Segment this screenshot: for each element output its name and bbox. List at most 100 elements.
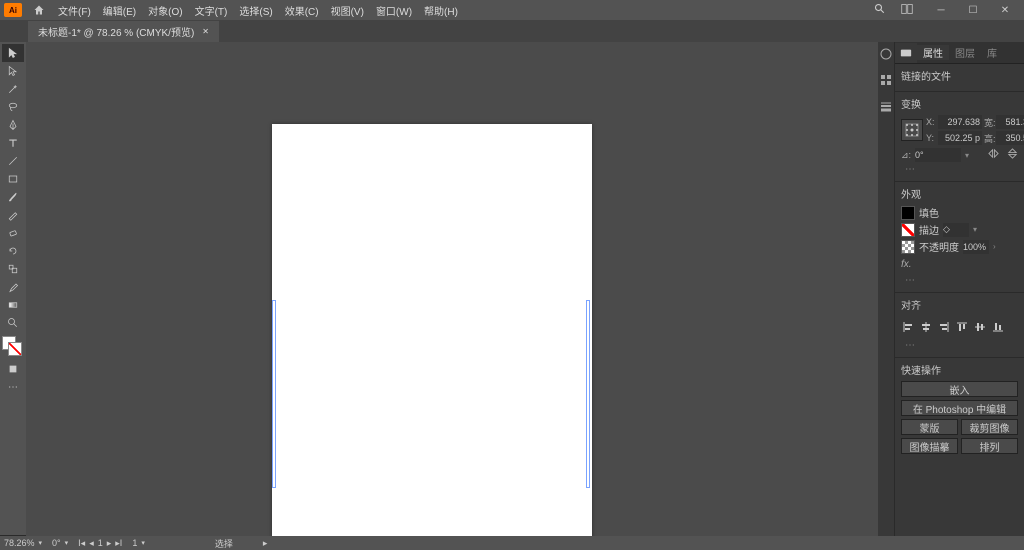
flip-vertical-icon[interactable] <box>1007 148 1018 162</box>
selection-handle-left[interactable] <box>272 300 276 488</box>
artboard-select[interactable]: 1▾ <box>132 538 145 548</box>
statusbar: 78.26%▾ 0°▾ I◂◂1▸▸I 1▾ 选择 ▸ <box>0 536 1024 550</box>
menu-object[interactable]: 对象(O) <box>142 3 188 18</box>
search-icon[interactable] <box>874 3 886 18</box>
type-tool[interactable] <box>2 134 24 152</box>
main-area: ⋯ 属性 图层 库 链接的文件 变换 X: <box>0 42 1024 536</box>
rotate-display[interactable]: 0°▾ <box>52 538 68 548</box>
close-button[interactable]: ✕ <box>990 3 1020 17</box>
panel-subtitle: 链接的文件 <box>895 64 1024 92</box>
fill-swatch[interactable] <box>901 206 915 220</box>
canvas[interactable] <box>26 42 878 536</box>
crop-image-button[interactable]: 裁剪图像 <box>961 419 1018 435</box>
tab-close-icon[interactable]: ✕ <box>202 27 209 36</box>
lasso-tool[interactable] <box>2 98 24 116</box>
stroke-panel-icon[interactable] <box>880 100 892 112</box>
transform-section: 变换 X: 宽: Y: 高: <box>895 92 1024 182</box>
selection-tool[interactable] <box>2 44 24 62</box>
align-vcenter-icon[interactable] <box>973 320 987 334</box>
width-input[interactable] <box>996 115 1024 129</box>
home-icon[interactable] <box>32 3 46 17</box>
selection-handle-right[interactable] <box>586 300 590 488</box>
align-hcenter-icon[interactable] <box>919 320 933 334</box>
tool-display: 选择 <box>215 537 233 550</box>
scale-tool[interactable] <box>2 260 24 278</box>
stroke-weight-input[interactable] <box>943 223 969 237</box>
angle-dropdown-icon[interactable]: ▾ <box>965 151 969 160</box>
align-section: 对齐 ⋯ <box>895 293 1024 358</box>
embed-button[interactable]: 嵌入 <box>901 381 1018 397</box>
height-input[interactable] <box>996 131 1024 145</box>
artboard-nav[interactable]: I◂◂1▸▸I <box>78 538 122 549</box>
eyedropper-tool[interactable] <box>2 278 24 296</box>
stroke-swatch[interactable] <box>901 223 915 237</box>
fx-row[interactable]: fx. <box>901 256 1018 273</box>
align-bottom-icon[interactable] <box>991 320 1005 334</box>
align-more-icon[interactable]: ⋯ <box>901 338 1018 353</box>
menu-view[interactable]: 视图(V) <box>325 3 370 18</box>
zoom-tool[interactable] <box>2 314 24 332</box>
stroke-color[interactable] <box>8 342 22 356</box>
zoom-display[interactable]: 78.26%▾ <box>4 538 42 548</box>
edit-in-photoshop-button[interactable]: 在 Photoshop 中编辑 <box>901 400 1018 416</box>
color-panel-icon[interactable] <box>880 48 892 60</box>
color-wells[interactable] <box>2 336 22 356</box>
gradient-tool[interactable] <box>2 296 24 314</box>
direct-selection-tool[interactable] <box>2 62 24 80</box>
toolbox: ⋯ <box>0 42 26 536</box>
flip-horizontal-icon[interactable] <box>988 148 999 162</box>
toolbox-more[interactable]: ⋯ <box>2 378 24 396</box>
swatches-panel-icon[interactable] <box>880 74 892 86</box>
window-controls: ─ ☐ ✕ <box>926 3 1020 17</box>
panel-tabs: 属性 图层 库 <box>895 42 1024 64</box>
menu-file[interactable]: 文件(F) <box>52 3 97 18</box>
paintbrush-tool[interactable] <box>2 188 24 206</box>
menu-edit[interactable]: 编辑(E) <box>97 3 142 18</box>
y-input[interactable] <box>938 131 982 145</box>
appearance-section: 外观 填色 描边 ▾ 不透明度 › fx. ⋯ <box>895 182 1024 293</box>
appearance-more-icon[interactable]: ⋯ <box>901 273 1018 288</box>
menu-select[interactable]: 选择(S) <box>233 3 278 18</box>
eraser-tool[interactable] <box>2 224 24 242</box>
x-input[interactable] <box>938 115 982 129</box>
image-trace-button[interactable]: 图像描摹 <box>901 438 958 454</box>
menu-help[interactable]: 帮助(H) <box>418 3 464 18</box>
tab-title: 未标题-1* @ 78.26 % (CMYK/预览) <box>38 24 194 39</box>
align-top-icon[interactable] <box>955 320 969 334</box>
panel-icon[interactable] <box>895 43 917 63</box>
document-tab[interactable]: 未标题-1* @ 78.26 % (CMYK/预览) ✕ <box>28 21 219 42</box>
pencil-tool[interactable] <box>2 206 24 224</box>
pen-tool[interactable] <box>2 116 24 134</box>
align-left-icon[interactable] <box>901 320 915 334</box>
quick-actions-section: 快速操作 嵌入 在 Photoshop 中编辑 蒙版 裁剪图像 图像描摹 排列 <box>895 358 1024 461</box>
opacity-swatch[interactable] <box>901 240 915 254</box>
minimize-button[interactable]: ─ <box>926 3 956 17</box>
transform-more-icon[interactable]: ⋯ <box>901 162 1018 177</box>
reference-point-icon[interactable] <box>901 119 923 141</box>
opacity-input[interactable] <box>963 240 989 254</box>
menu-window[interactable]: 窗口(W) <box>370 3 418 18</box>
arrange-documents-icon[interactable] <box>900 3 914 18</box>
tab-layers[interactable]: 图层 <box>949 45 981 60</box>
line-segment-tool[interactable] <box>2 152 24 170</box>
tab-properties[interactable]: 属性 <box>917 45 949 60</box>
arrange-button[interactable]: 排列 <box>961 438 1018 454</box>
align-right-icon[interactable] <box>937 320 951 334</box>
stroke-dropdown-icon[interactable]: ▾ <box>973 225 977 234</box>
menu-type[interactable]: 文字(T) <box>189 3 234 18</box>
menu-effect[interactable]: 效果(C) <box>279 3 325 18</box>
tab-libraries[interactable]: 库 <box>981 45 1003 60</box>
rectangle-tool[interactable] <box>2 170 24 188</box>
maximize-button[interactable]: ☐ <box>958 3 988 17</box>
document-tabbar: 未标题-1* @ 78.26 % (CMYK/预览) ✕ <box>0 20 1024 42</box>
rotate-tool[interactable] <box>2 242 24 260</box>
magic-wand-tool[interactable] <box>2 80 24 98</box>
artboard[interactable] <box>272 124 592 536</box>
status-chevron-icon[interactable]: ▸ <box>263 538 268 549</box>
menubar: Ai 文件(F) 编辑(E) 对象(O) 文字(T) 选择(S) 效果(C) 视… <box>0 0 1024 20</box>
angle-input[interactable] <box>915 148 961 162</box>
mask-button[interactable]: 蒙版 <box>901 419 958 435</box>
opacity-chevron-icon[interactable]: › <box>993 242 996 251</box>
draw-mode[interactable] <box>2 360 24 378</box>
panel-dock-strip <box>878 42 894 536</box>
